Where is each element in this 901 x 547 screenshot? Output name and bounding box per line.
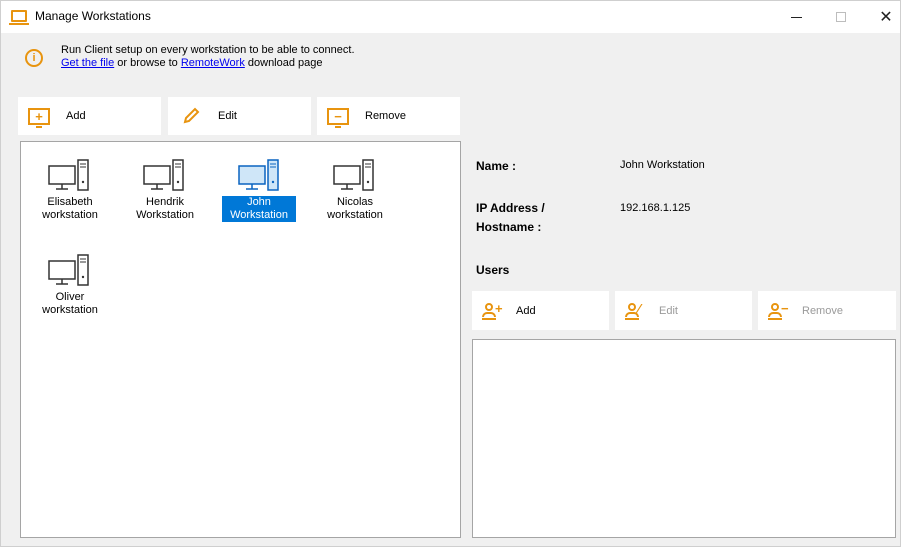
- name-value: John Workstation: [620, 159, 705, 171]
- users-list[interactable]: [472, 339, 896, 538]
- user-edit-icon: ⁄: [625, 302, 647, 320]
- maximize-button[interactable]: [818, 1, 864, 33]
- remotework-link[interactable]: RemoteWork: [181, 57, 245, 69]
- add-workstation-label: Add: [66, 110, 86, 122]
- info-text: Run Client setup on every workstation to…: [61, 44, 355, 56]
- maximize-icon: [836, 12, 846, 22]
- get-file-link[interactable]: Get the file: [61, 57, 114, 69]
- edit-workstation-button[interactable]: Edit: [168, 97, 311, 135]
- remove-workstation-button[interactable]: − Remove: [317, 97, 460, 135]
- workstation-caption: Elisabeth workstation: [42, 196, 98, 221]
- remove-user-label: Remove: [802, 304, 843, 317]
- computer-icon: [238, 159, 279, 191]
- add-workstation-button[interactable]: + Add: [18, 97, 161, 135]
- ip-value: 192.168.1.125: [620, 202, 691, 214]
- workstation-item-john[interactable]: John Workstation: [216, 152, 304, 250]
- workstation-list[interactable]: Elisabeth workstation Hendrik Workstation: [20, 141, 461, 538]
- close-button[interactable]: ✕: [863, 1, 901, 33]
- edit-user-label: Edit: [659, 304, 678, 317]
- manage-workstations-window: Manage Workstations ✕ i Run Client setup…: [0, 0, 901, 547]
- edit-workstation-label: Edit: [218, 110, 237, 122]
- monitor-remove-icon: −: [327, 107, 349, 128]
- name-label: Name :: [476, 159, 517, 173]
- window-title: Manage Workstations: [35, 9, 151, 23]
- pencil-icon: [183, 107, 200, 124]
- title-bar: Manage Workstations ✕: [1, 1, 900, 33]
- monitor-add-icon: +: [28, 107, 50, 128]
- workstation-caption-selected: John Workstation: [222, 196, 296, 222]
- minimize-button[interactable]: [773, 1, 819, 33]
- ip-label: IP Address / Hostname :: [476, 201, 545, 234]
- computer-icon: [143, 159, 184, 191]
- workstation-item-nicolas[interactable]: Nicolas workstation: [311, 152, 399, 250]
- close-icon: ✕: [879, 9, 893, 26]
- minimize-icon: [790, 16, 802, 18]
- workstation-caption: Hendrik Workstation: [136, 196, 194, 221]
- add-user-label: Add: [516, 304, 536, 317]
- info-icon: i: [25, 49, 43, 67]
- remove-user-button[interactable]: − Remove: [758, 291, 896, 330]
- laptop-icon: [9, 10, 29, 25]
- users-label: Users: [476, 263, 510, 277]
- workstation-caption: Oliver workstation: [42, 291, 98, 316]
- computer-icon: [48, 254, 89, 286]
- workstation-caption: Nicolas workstation: [327, 196, 383, 221]
- edit-user-button[interactable]: ⁄ Edit: [615, 291, 752, 330]
- user-remove-icon: −: [768, 302, 790, 320]
- info-tail-text: download page: [244, 57, 323, 69]
- computer-icon: [333, 159, 374, 191]
- computer-icon: [48, 159, 89, 191]
- workstation-item-elisabeth[interactable]: Elisabeth workstation: [26, 152, 114, 250]
- info-links-line: Get the file or browse to RemoteWork dow…: [61, 57, 323, 69]
- workstation-item-oliver[interactable]: Oliver workstation: [26, 247, 114, 345]
- info-middle-text: or browse to: [114, 57, 181, 69]
- workstation-item-hendrik[interactable]: Hendrik Workstation: [121, 152, 209, 250]
- add-user-button[interactable]: + Add: [472, 291, 609, 330]
- remove-workstation-label: Remove: [365, 110, 406, 122]
- user-add-icon: +: [482, 302, 504, 320]
